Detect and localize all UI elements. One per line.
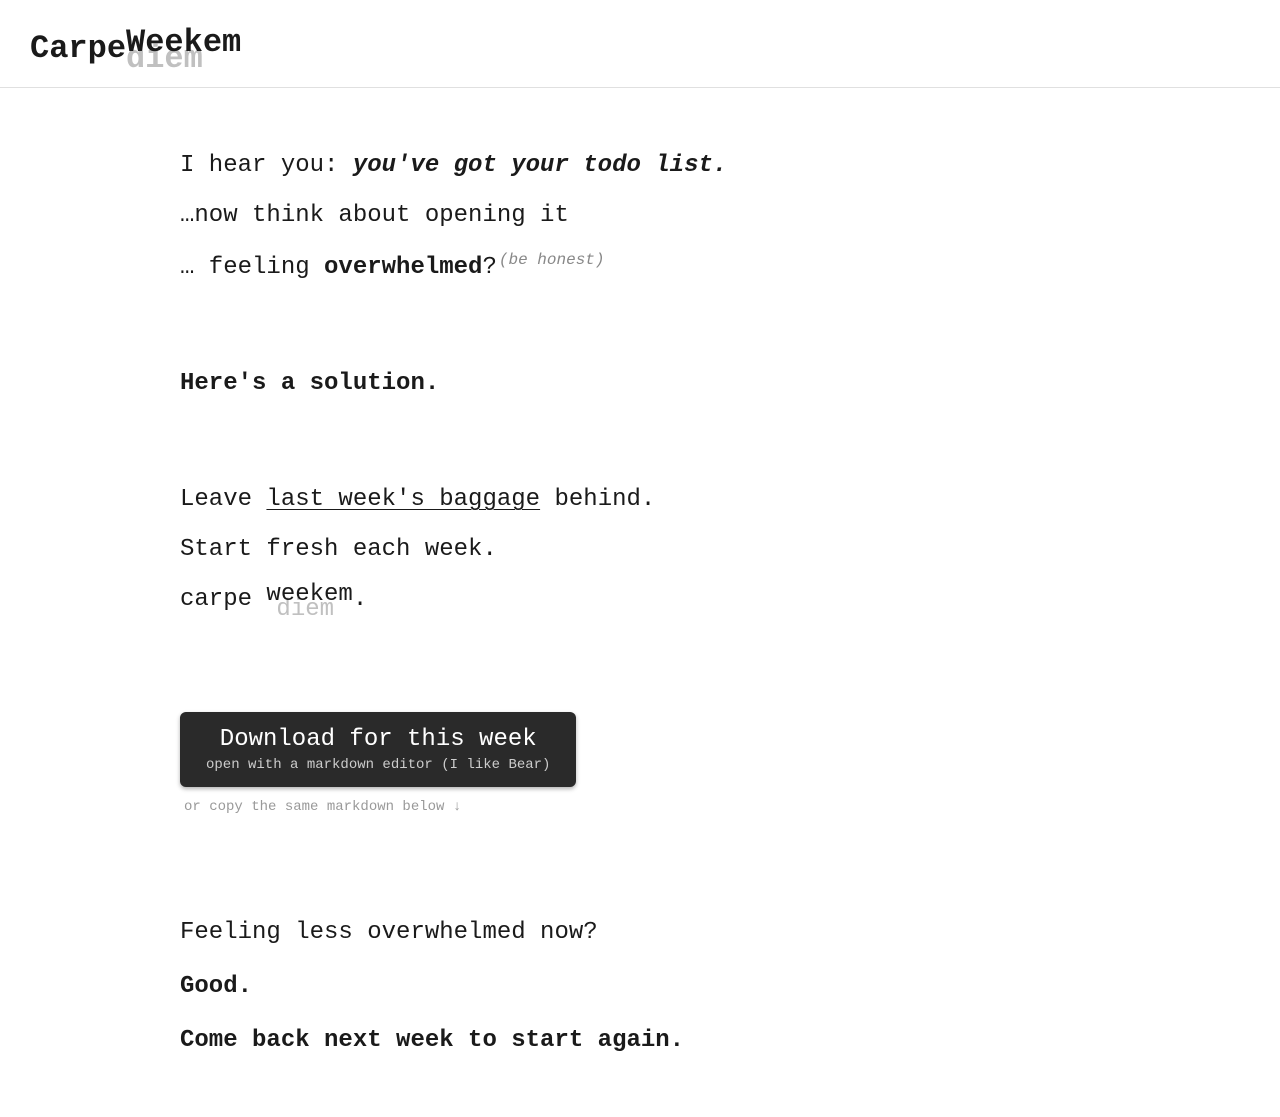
solution-line-3: carpe diemweekem. bbox=[180, 582, 970, 618]
intro-emphasis: you've got your todo list. bbox=[353, 152, 727, 179]
title-weekem: Weekem bbox=[126, 24, 241, 61]
inline-word-swap: diemweekem bbox=[266, 582, 352, 618]
intro-aside: (be honest) bbox=[499, 251, 605, 269]
page-title: Carpe diemWeekem bbox=[30, 30, 241, 67]
title-prefix: Carpe bbox=[30, 30, 126, 67]
closing-line-1: Feeling less overwhelmed now? bbox=[180, 915, 970, 951]
intro-lead: I hear you: bbox=[180, 152, 353, 179]
solution-line-1-suffix: behind. bbox=[540, 486, 655, 513]
intro-line-3-bold: overwhelmed bbox=[324, 254, 482, 281]
intro-line-3-suffix: ? bbox=[482, 254, 496, 281]
closing-section: Feeling less overwhelmed now? Good. Come… bbox=[180, 915, 970, 1059]
main-content: I hear you: you've got your todo list. …… bbox=[0, 88, 1000, 1117]
intro-line-2: …now think about opening it bbox=[180, 198, 970, 234]
page-header: Carpe diemWeekem bbox=[0, 0, 1280, 88]
solution-line-1-prefix: Leave bbox=[180, 486, 266, 513]
download-button-subtitle: open with a markdown editor (I like Bear… bbox=[206, 757, 550, 773]
download-button[interactable]: Download for this week open with a markd… bbox=[180, 712, 576, 787]
solution-line-2: Start fresh each week. bbox=[180, 532, 970, 568]
download-button-title: Download for this week bbox=[206, 726, 550, 753]
intro-line-1: I hear you: you've got your todo list. bbox=[180, 148, 970, 184]
solution-heading: Here's a solution. bbox=[180, 366, 970, 402]
copy-markdown-hint: or copy the same markdown below ↓ bbox=[184, 799, 970, 815]
title-word-swap: diemWeekem bbox=[126, 30, 241, 67]
closing-line-3: Come back next week to start again. bbox=[180, 1023, 970, 1059]
closing-line-2: Good. bbox=[180, 969, 970, 1005]
inline-weekem: weekem bbox=[266, 581, 352, 608]
baggage-link[interactable]: last week's baggage bbox=[266, 486, 540, 513]
intro-line-3-prefix: … feeling bbox=[180, 254, 324, 281]
intro-line-3: … feeling overwhelmed?(be honest) bbox=[180, 248, 970, 286]
solution-line-3-suffix: . bbox=[353, 586, 367, 613]
solution-line-1: Leave last week's baggage behind. bbox=[180, 482, 970, 518]
solution-line-3-prefix: carpe bbox=[180, 586, 266, 613]
